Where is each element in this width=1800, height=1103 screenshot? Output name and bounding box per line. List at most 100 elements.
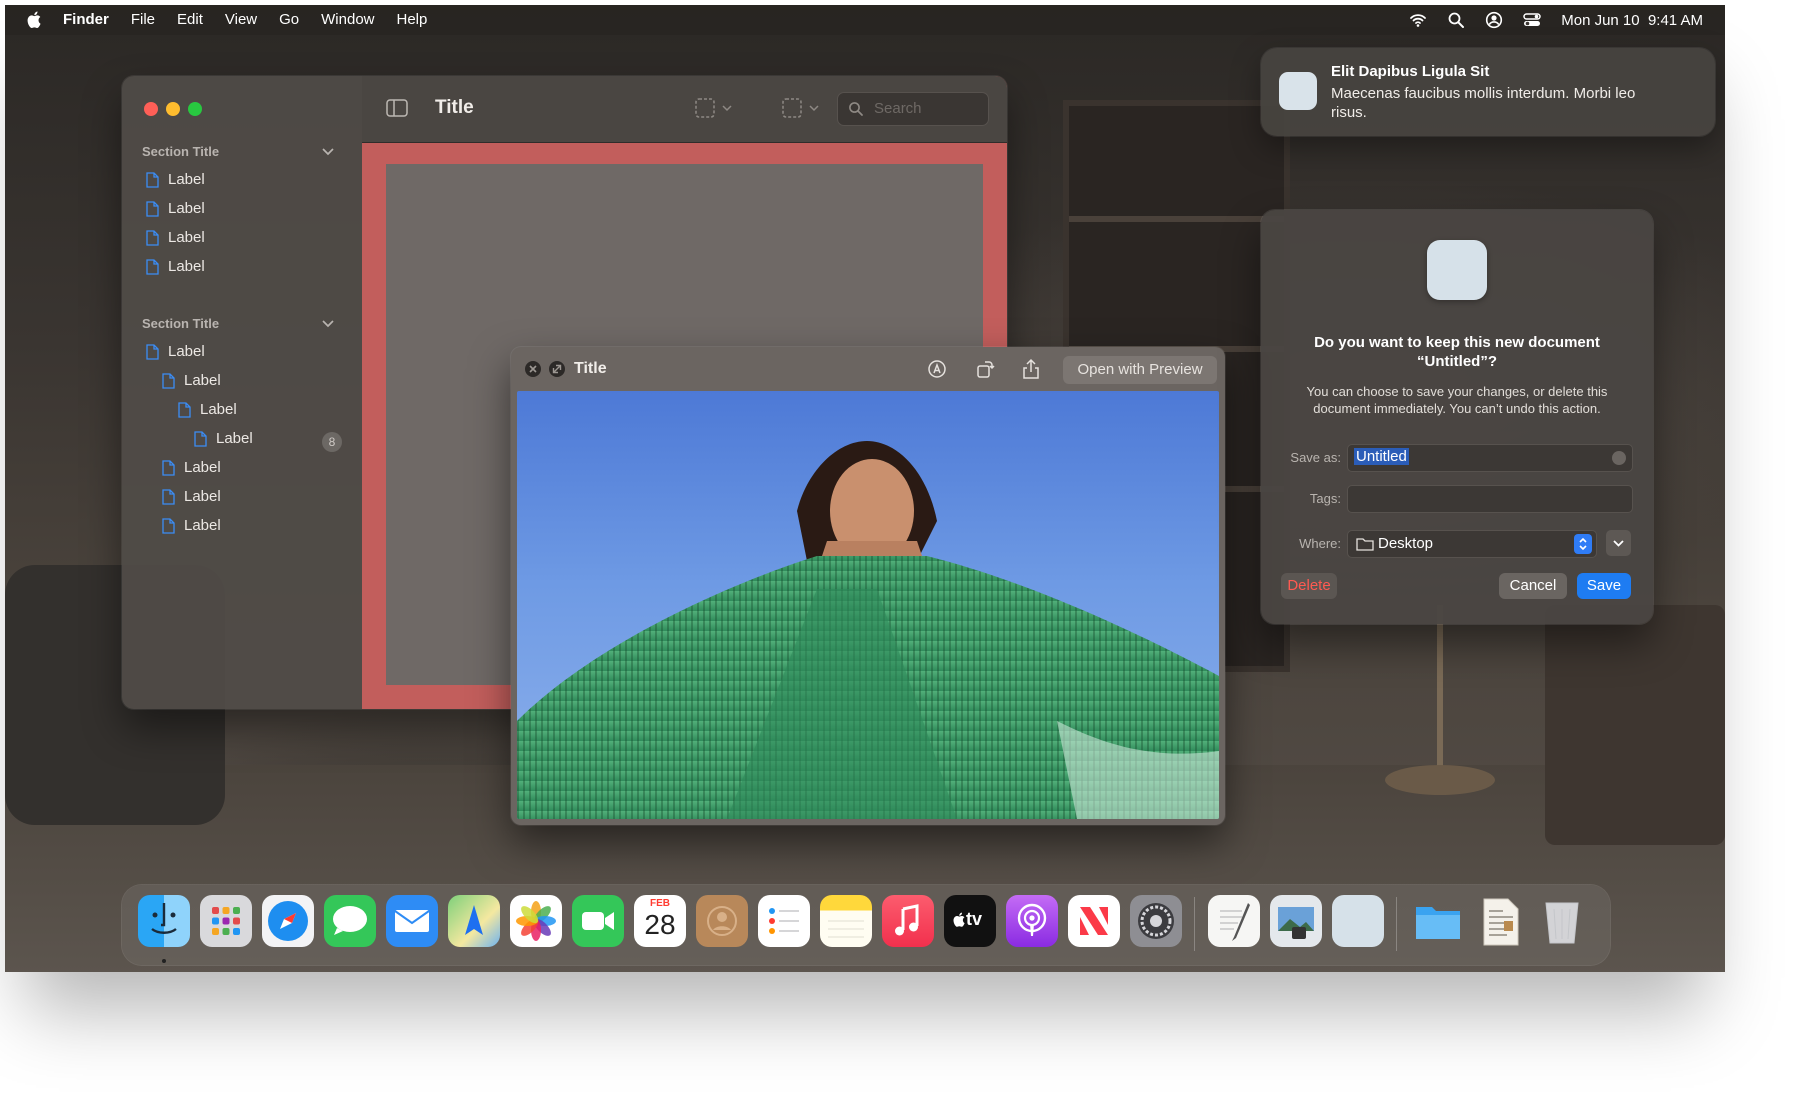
- sidebar-item[interactable]: Label: [146, 229, 205, 246]
- sidebar-item[interactable]: Label: [162, 517, 221, 534]
- dock-separator: [1396, 897, 1397, 951]
- menu-edit[interactable]: Edit: [177, 11, 203, 33]
- save-as-field[interactable]: Untitled: [1347, 444, 1633, 472]
- markup-icon[interactable]: [927, 359, 947, 379]
- sidebar-toggle-icon[interactable]: [386, 99, 408, 117]
- news-icon: [1080, 907, 1108, 935]
- dock-mail-icon[interactable]: [386, 895, 438, 947]
- sidebar-item[interactable]: Label: [178, 401, 237, 418]
- search-placeholder: Search: [874, 100, 922, 117]
- dock-safari-icon[interactable]: [262, 895, 314, 947]
- sidebar-section-title[interactable]: Section Title: [142, 144, 219, 159]
- document-icon: [178, 401, 191, 418]
- expand-button[interactable]: [1606, 530, 1631, 556]
- menu-window[interactable]: Window: [321, 11, 374, 33]
- dock-document-icon[interactable]: [1474, 895, 1526, 947]
- wifi-icon[interactable]: [1409, 11, 1427, 29]
- save-as-value: Untitled: [1354, 448, 1409, 465]
- dock-contacts-icon[interactable]: [696, 895, 748, 947]
- menu-app-finder[interactable]: Finder: [63, 11, 109, 33]
- quicklook-title: Title: [574, 360, 607, 377]
- menubar-clock[interactable]: Mon Jun 10 9:41 AM: [1561, 12, 1703, 29]
- user-icon[interactable]: [1485, 11, 1503, 29]
- dock-news-icon[interactable]: [1068, 895, 1120, 947]
- dock-preview-icon[interactable]: [1270, 895, 1322, 947]
- save-button[interactable]: Save: [1577, 573, 1631, 599]
- search-input[interactable]: Search: [837, 92, 989, 126]
- menu-file[interactable]: File: [131, 11, 155, 33]
- desktop: Finder File Edit View Go Window Help Mon…: [5, 5, 1725, 972]
- sidebar-item[interactable]: Label: [162, 372, 221, 389]
- notification-banner[interactable]: Elit Dapibus Ligula Sit Maecenas faucibu…: [1261, 48, 1715, 136]
- selection-dropdown-icon[interactable]: [782, 98, 822, 118]
- envelope-icon: [394, 910, 430, 932]
- sidebar-item[interactable]: Label: [146, 258, 205, 275]
- delete-button[interactable]: Delete: [1281, 573, 1337, 599]
- dock-folder-icon[interactable]: [1412, 895, 1464, 947]
- dock-settings-icon[interactable]: [1130, 895, 1182, 947]
- chevron-down-icon[interactable]: [322, 320, 334, 328]
- cancel-button[interactable]: Cancel: [1499, 573, 1567, 599]
- sidebar-item-label: Label: [184, 459, 221, 476]
- share-icon[interactable]: [1021, 358, 1041, 380]
- dock-finder-icon[interactable]: [138, 895, 190, 947]
- spotlight-icon[interactable]: [1447, 11, 1465, 29]
- rotate-icon[interactable]: [975, 359, 995, 379]
- dock-facetime-icon[interactable]: [572, 895, 624, 947]
- dock-notes-icon[interactable]: [820, 895, 872, 947]
- tags-field[interactable]: [1347, 485, 1633, 513]
- map-pin-icon: [465, 905, 483, 935]
- selection-dropdown-icon[interactable]: [695, 98, 735, 118]
- document-icon: [162, 459, 175, 476]
- dock-messages-icon[interactable]: [324, 895, 376, 947]
- zoom-button[interactable]: [188, 102, 202, 116]
- sidebar-item-label: Label: [168, 171, 205, 188]
- sidebar-item-label: Label: [184, 372, 221, 389]
- document-icon: [146, 258, 159, 275]
- quicklook-window: Title Open with Preview: [511, 347, 1225, 825]
- chevron-down-icon[interactable]: [322, 148, 334, 156]
- minimize-button[interactable]: [166, 102, 180, 116]
- music-note-icon: [895, 904, 919, 936]
- menu-view[interactable]: View: [225, 11, 257, 33]
- person-icon: [707, 906, 737, 936]
- pen-document-icon: [1220, 903, 1250, 941]
- control-center-icon[interactable]: [1523, 11, 1541, 29]
- sidebar-item[interactable]: Label: [162, 459, 221, 476]
- dock-podcasts-icon[interactable]: [1006, 895, 1058, 947]
- open-with-preview-button[interactable]: Open with Preview: [1063, 356, 1217, 384]
- dock-maps-icon[interactable]: [448, 895, 500, 947]
- tags-label: Tags:: [1309, 491, 1341, 506]
- menu-bar: Finder File Edit View Go Window Help Mon…: [5, 5, 1725, 35]
- menu-help[interactable]: Help: [397, 11, 428, 33]
- document-app-icon: [1427, 240, 1487, 300]
- sidebar-item[interactable]: Label: [146, 200, 205, 217]
- close-button[interactable]: [525, 361, 541, 377]
- dock-app-placeholder-icon[interactable]: [1332, 895, 1384, 947]
- dock: FEB 28 tv: [122, 885, 1610, 965]
- dock-launchpad-icon[interactable]: [200, 895, 252, 947]
- dock-trash-icon[interactable]: [1536, 895, 1588, 947]
- sidebar-item[interactable]: Label: [146, 343, 205, 360]
- close-button[interactable]: [144, 102, 158, 116]
- dock-tv-icon[interactable]: tv: [944, 895, 996, 947]
- dock-photos-icon[interactable]: [510, 895, 562, 947]
- where-select[interactable]: Desktop: [1347, 530, 1597, 558]
- sidebar-item[interactable]: Label: [194, 430, 253, 447]
- sidebar-section-title[interactable]: Section Title: [142, 316, 219, 331]
- clear-field-icon[interactable]: [1612, 451, 1626, 465]
- sidebar-item[interactable]: Label: [146, 171, 205, 188]
- dialog-subtext: You can choose to save your changes, or …: [1306, 384, 1608, 416]
- menu-go[interactable]: Go: [279, 11, 299, 33]
- dock-textedit-icon[interactable]: [1208, 895, 1260, 947]
- dock-calendar-icon[interactable]: FEB 28: [634, 895, 686, 947]
- sidebar-item-label: Label: [168, 258, 205, 275]
- dock-music-icon[interactable]: [882, 895, 934, 947]
- fullscreen-button[interactable]: [549, 361, 565, 377]
- dock-reminders-icon[interactable]: [758, 895, 810, 947]
- popup-stepper[interactable]: [1574, 534, 1592, 554]
- checklist-icon: [769, 908, 799, 934]
- sidebar-item[interactable]: Label: [162, 488, 221, 505]
- quicklook-toolbar: Title Open with Preview: [511, 347, 1225, 391]
- apple-menu[interactable]: [27, 11, 41, 33]
